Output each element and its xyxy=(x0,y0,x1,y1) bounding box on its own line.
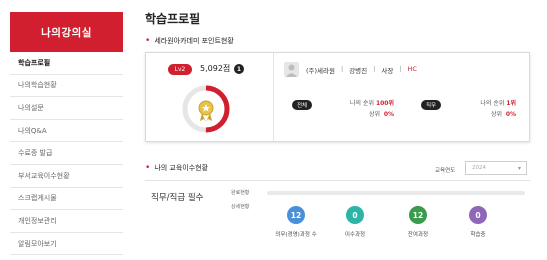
main-content: 학습프로필 • 세라원아카데미 포인트현황 Lv2 5,092점 1 (주)세라… xyxy=(145,0,540,260)
user-name: 강병진 xyxy=(349,67,368,75)
sidebar-menu: 학습프로필 나의학습현황 나의설문 나의Q&A 수료증 발급 부서교육이수현황 … xyxy=(10,52,123,256)
stat-circle-completed[interactable]: 0 xyxy=(346,206,364,224)
sidebar-item-survey[interactable]: 나의설문 xyxy=(10,97,123,120)
level-badge: Lv2 xyxy=(168,64,192,75)
top-job-value: 0% xyxy=(505,111,516,118)
top-job-label: 상위 xyxy=(490,111,502,118)
stat-circle-in-progress[interactable]: 0 xyxy=(469,206,487,224)
rank-all-stats: 나의 순위 100위 상위 0% xyxy=(324,98,394,120)
detail-status-label: 상세현황 xyxy=(231,204,250,210)
rank-job-label: 나의 순위 xyxy=(480,100,505,107)
medal-icon xyxy=(198,100,214,122)
user-panel: (주)세라원 | 강병진 | 사장 | HC 전체 나의 순위 100위 상위 … xyxy=(274,53,530,141)
bullet-dot-icon: • xyxy=(145,36,151,46)
rank-job-chip: 직무 xyxy=(421,100,442,110)
point-section-label: 세라원아카데미 포인트현황 xyxy=(154,37,234,45)
points-value: 5,092점 xyxy=(200,64,231,73)
sidebar-item-qna[interactable]: 나의Q&A xyxy=(10,120,123,143)
done-status-label: 완료현황 xyxy=(231,190,250,196)
user-position: 사장 xyxy=(381,67,394,75)
info-icon[interactable]: 1 xyxy=(234,64,244,74)
sidebar: 나의강의실 학습프로필 나의학습현황 나의설문 나의Q&A 수료증 발급 부서교… xyxy=(0,0,123,260)
sidebar-item-scrap[interactable]: 스크랩게시물 xyxy=(10,188,123,211)
stat-circle-remaining[interactable]: 12 xyxy=(409,206,427,224)
sidebar-item-personal-info[interactable]: 개인정보관리 xyxy=(10,210,123,233)
top-all-value: 0% xyxy=(383,111,394,118)
rank-job-value: 1위 xyxy=(506,100,516,107)
year-label: 교육연도 xyxy=(435,168,456,174)
year-select[interactable]: 2024 ▾ xyxy=(465,161,527,175)
rank-all-chip: 전체 xyxy=(292,100,313,110)
avatar xyxy=(284,62,299,77)
rank-all-label: 나의 순위 xyxy=(350,100,375,107)
sidebar-item-department-completion[interactable]: 부서교육이수현황 xyxy=(10,165,123,188)
top-all-label: 상위 xyxy=(368,111,380,118)
stat-label-required: 의무(경영)과정 수 xyxy=(275,232,317,238)
user-company: (주)세라원 xyxy=(306,67,335,75)
stat-circle-required[interactable]: 12 xyxy=(287,206,305,224)
sidebar-title: 나의강의실 xyxy=(10,12,123,52)
job-required-title: 직무/직급 필수 xyxy=(151,193,204,203)
progress-bar xyxy=(267,191,525,195)
chevron-down-icon: ▾ xyxy=(517,165,521,172)
rank-all-value: 100위 xyxy=(375,100,394,107)
bullet-dot-icon: • xyxy=(145,163,151,173)
separator: | xyxy=(373,65,376,73)
sidebar-item-learning-status[interactable]: 나의학습현황 xyxy=(10,75,123,98)
separator: | xyxy=(399,65,402,73)
stat-label-completed: 이수과정 xyxy=(344,232,366,238)
profile-card: Lv2 5,092점 1 (주)세라원 | 강병진 | 사장 | HC 전체 나… xyxy=(145,52,530,142)
sidebar-item-notifications[interactable]: 알림모아보기 xyxy=(10,233,123,256)
year-select-value: 2024 xyxy=(472,165,486,171)
user-division: HC xyxy=(407,65,417,73)
edu-section-label: 나의 교육이수현황 xyxy=(154,164,209,172)
separator: | xyxy=(341,65,344,73)
edu-section-title: • 나의 교육이수현황 xyxy=(145,163,208,173)
user-icon xyxy=(286,64,297,77)
sidebar-item-learning-profile[interactable]: 학습프로필 xyxy=(10,52,123,75)
page-title: 학습프로필 xyxy=(145,12,201,26)
rank-job-stats: 나의 순위 1위 상위 0% xyxy=(446,98,516,120)
sidebar-item-certificate[interactable]: 수료증 발급 xyxy=(10,142,123,165)
edu-panel: 직무/직급 필수 완료현황 상세현황 12 의무(경영)과정 수 0 이수과정 … xyxy=(145,180,530,260)
stat-label-in-progress: 학습중 xyxy=(470,232,486,238)
stat-label-remaining: 잔여과정 xyxy=(407,232,429,238)
user-info-line: (주)세라원 | 강병진 | 사장 | HC xyxy=(306,65,417,75)
level-gauge xyxy=(182,85,230,133)
point-section-title: • 세라원아카데미 포인트현황 xyxy=(145,36,234,46)
points-panel: Lv2 5,092점 1 xyxy=(146,53,274,141)
